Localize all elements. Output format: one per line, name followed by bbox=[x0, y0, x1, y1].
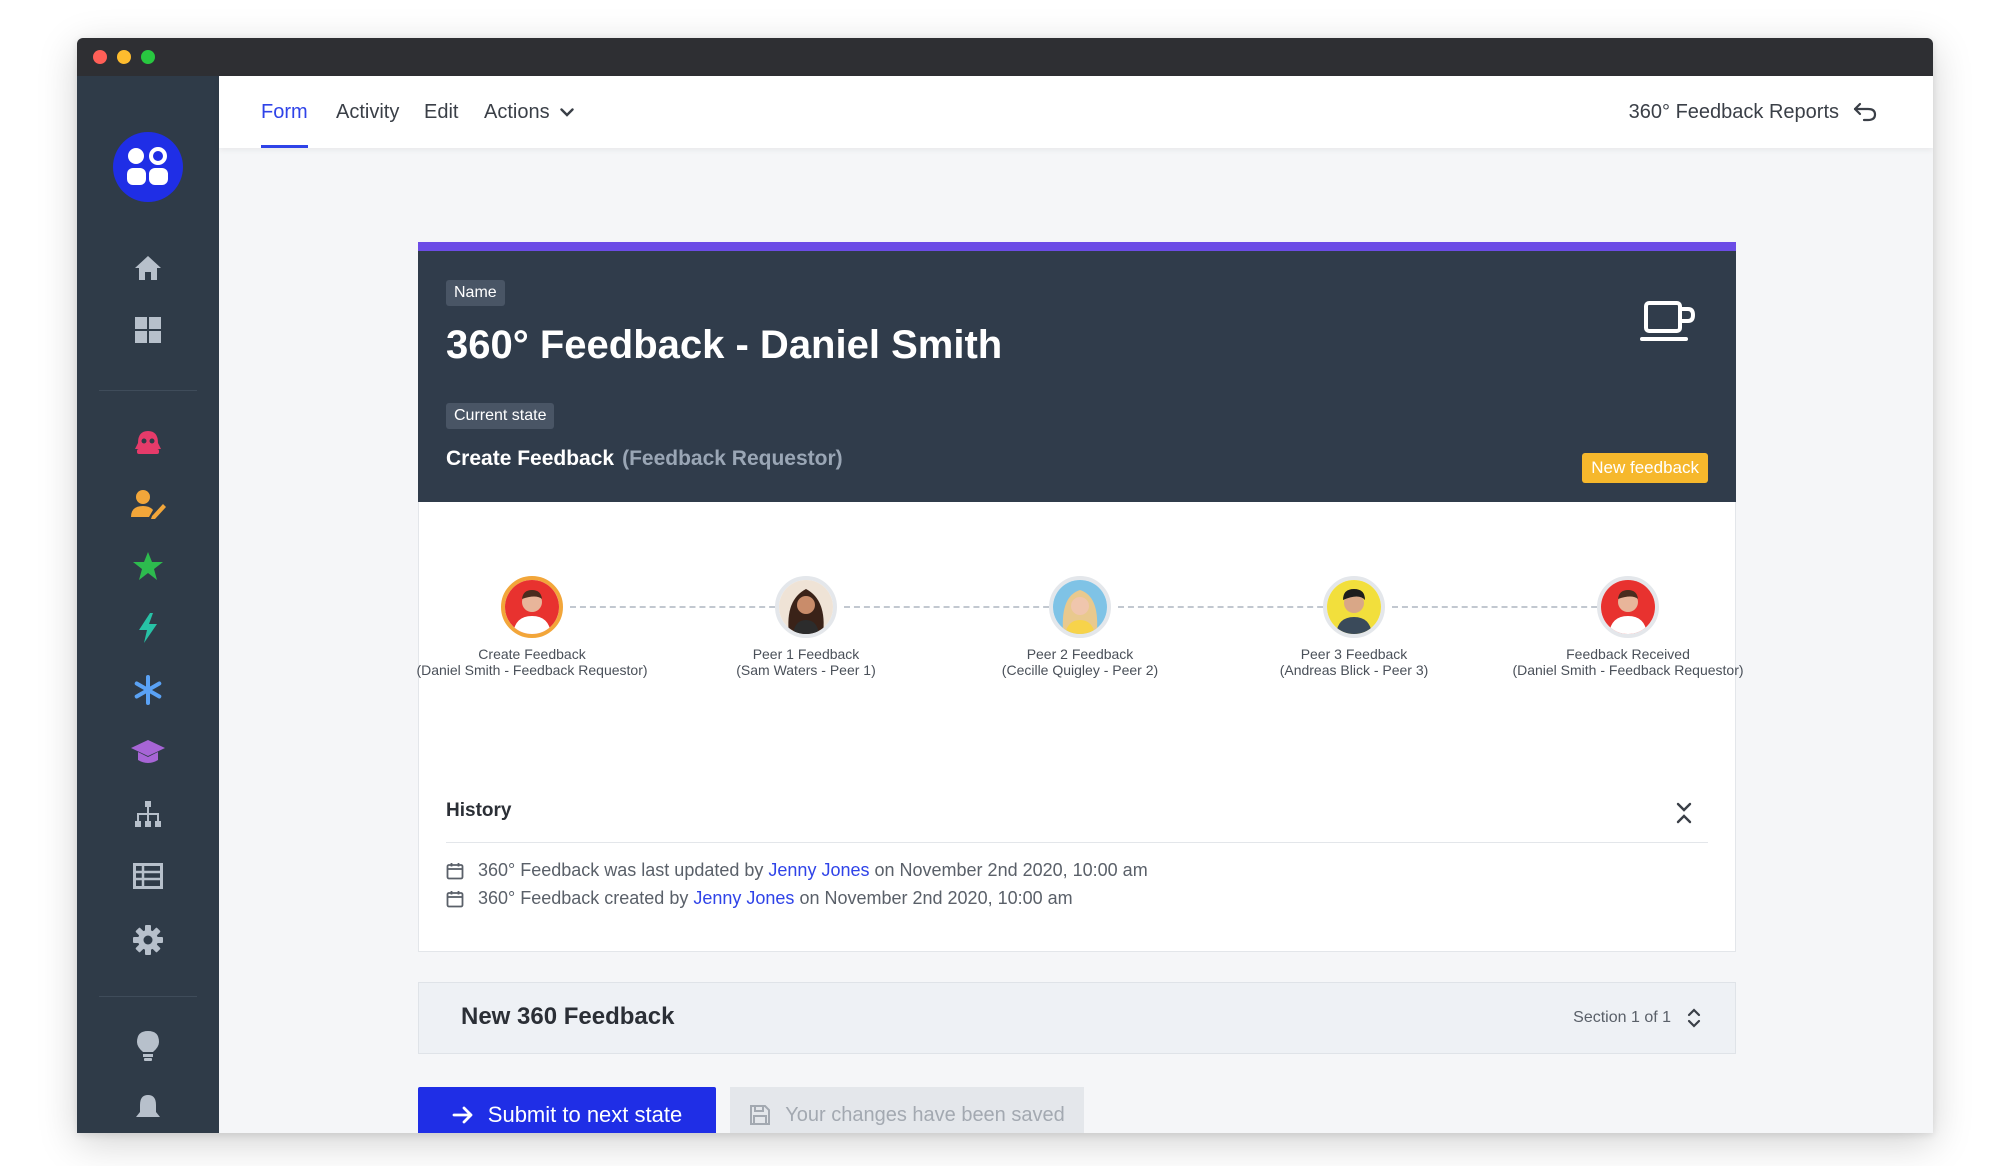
app-window: Form Activity Edit Actions 360° Feedback… bbox=[77, 38, 1933, 1133]
table-icon bbox=[133, 863, 163, 889]
logo-icon bbox=[127, 147, 168, 185]
section-selector[interactable]: Section 1 of 1 bbox=[1573, 983, 1701, 1053]
sidebar-item-settings[interactable] bbox=[124, 916, 172, 964]
sidebar bbox=[77, 76, 219, 1133]
sidebar-item-tips[interactable] bbox=[124, 1022, 172, 1070]
history-title: History bbox=[446, 800, 512, 821]
workflow-step-peer-3-feedback[interactable]: Peer 3 Feedback (Andreas Blick - Peer 3) bbox=[1234, 576, 1474, 678]
bug-icon bbox=[135, 431, 161, 454]
sidebar-item-issues[interactable] bbox=[124, 418, 172, 466]
state-name: Create Feedback bbox=[446, 447, 615, 470]
sidebar-item-notifications[interactable] bbox=[124, 1084, 172, 1132]
undo-arrow-icon bbox=[1853, 102, 1877, 122]
workflow-step-peer-1-feedback[interactable]: Peer 1 Feedback (Sam Waters - Peer 1) bbox=[686, 576, 926, 678]
graduation-cap-icon bbox=[131, 740, 165, 763]
section-title: New 360 Feedback bbox=[461, 1003, 675, 1030]
sidebar-item-org-chart[interactable] bbox=[124, 790, 172, 838]
home-icon bbox=[135, 256, 161, 280]
save-status: Your changes have been saved bbox=[730, 1087, 1084, 1133]
app-logo[interactable] bbox=[113, 132, 183, 202]
sidebar-item-people[interactable] bbox=[124, 480, 172, 528]
history-divider bbox=[446, 842, 1708, 843]
top-navigation: Form Activity Edit Actions 360° Feedback… bbox=[219, 76, 1933, 148]
workflow-step-create-feedback[interactable]: Create Feedback (Daniel Smith - Feedback… bbox=[412, 576, 652, 678]
main-content: Form Activity Edit Actions 360° Feedback… bbox=[219, 76, 1933, 1133]
tab-label: Edit bbox=[424, 100, 459, 123]
sidebar-item-favorites[interactable] bbox=[124, 542, 172, 590]
history-entry: 360° Feedback created by Jenny Jones on … bbox=[446, 888, 1073, 909]
chevron-down-icon bbox=[559, 107, 574, 117]
history-entry: 360° Feedback was last updated by Jenny … bbox=[446, 860, 1148, 881]
save-status-label: Your changes have been saved bbox=[785, 1103, 1065, 1126]
collapse-history-icon[interactable] bbox=[1675, 802, 1693, 824]
sidebar-item-automations[interactable] bbox=[124, 604, 172, 652]
reports-link-label: 360° Feedback Reports bbox=[1628, 100, 1839, 123]
lightbulb-icon bbox=[137, 1031, 159, 1061]
reports-link[interactable]: 360° Feedback Reports bbox=[1629, 76, 1877, 148]
current-state-chip: Current state bbox=[446, 403, 555, 429]
floppy-disk-icon bbox=[750, 1105, 771, 1125]
page-title: 360° Feedback - Daniel Smith bbox=[446, 323, 1003, 367]
sidebar-divider bbox=[99, 996, 197, 997]
coffee-cup-icon bbox=[1640, 301, 1696, 341]
gear-icon bbox=[133, 925, 163, 955]
tab-activity[interactable]: Activity bbox=[336, 76, 399, 148]
state-role: (Feedback Requestor) bbox=[622, 447, 843, 470]
maximize-window-button[interactable] bbox=[141, 50, 155, 64]
submit-label: Submit to next state bbox=[487, 1102, 683, 1127]
tab-form[interactable]: Form bbox=[261, 76, 308, 148]
current-state: Create Feedback (Feedback Requestor) bbox=[446, 447, 843, 471]
submit-next-state-button[interactable]: Submit to next state bbox=[418, 1087, 716, 1133]
form-section-header[interactable]: New 360 Feedback Section 1 of 1 bbox=[418, 982, 1736, 1054]
name-chip: Name bbox=[446, 280, 505, 306]
record-body: Create Feedback (Daniel Smith - Feedback… bbox=[416, 502, 1744, 952]
avatar bbox=[1597, 576, 1659, 638]
arrow-right-icon bbox=[452, 1106, 473, 1124]
bell-icon bbox=[136, 1095, 160, 1117]
section-count: Section 1 of 1 bbox=[1573, 1009, 1671, 1026]
step-label: Peer 3 Feedback (Andreas Blick - Peer 3) bbox=[1279, 646, 1429, 678]
grid-icon bbox=[135, 317, 161, 343]
avatar bbox=[1049, 576, 1111, 638]
sidebar-item-dashboard[interactable] bbox=[124, 306, 172, 354]
avatar bbox=[501, 576, 563, 638]
org-chart-icon bbox=[135, 801, 161, 827]
tab-label: Form bbox=[261, 100, 308, 123]
record-header: Name 360° Feedback - Daniel Smith Curren… bbox=[418, 242, 1736, 502]
step-label: Peer 2 Feedback (Cecille Quigley - Peer … bbox=[1001, 646, 1159, 678]
avatar bbox=[775, 576, 837, 638]
tab-label: Activity bbox=[336, 100, 400, 123]
step-label: Create Feedback (Daniel Smith - Feedback… bbox=[416, 646, 648, 678]
sidebar-item-home[interactable] bbox=[124, 244, 172, 292]
sidebar-item-integrations[interactable] bbox=[124, 666, 172, 714]
step-label: Peer 1 Feedback (Sam Waters - Peer 1) bbox=[736, 646, 876, 678]
window-titlebar bbox=[77, 38, 1933, 76]
chevron-up-down-icon bbox=[1687, 1008, 1701, 1028]
calendar-icon bbox=[446, 890, 464, 907]
avatar bbox=[1323, 576, 1385, 638]
user-edit-icon bbox=[131, 490, 166, 519]
workflow-step-peer-2-feedback[interactable]: Peer 2 Feedback (Cecille Quigley - Peer … bbox=[960, 576, 1200, 678]
tab-edit[interactable]: Edit bbox=[424, 76, 458, 148]
user-link[interactable]: Jenny Jones bbox=[768, 860, 869, 880]
sidebar-item-reports[interactable] bbox=[124, 852, 172, 900]
bolt-icon bbox=[139, 613, 157, 643]
user-link[interactable]: Jenny Jones bbox=[693, 888, 794, 908]
step-label: Feedback Received (Daniel Smith - Feedba… bbox=[1512, 646, 1744, 678]
sidebar-item-training[interactable] bbox=[124, 728, 172, 776]
star-icon bbox=[133, 552, 163, 580]
tab-actions-dropdown[interactable]: Actions bbox=[484, 76, 574, 148]
calendar-icon bbox=[446, 862, 464, 879]
close-window-button[interactable] bbox=[93, 50, 107, 64]
asterisk-icon bbox=[134, 675, 162, 705]
tab-label: Actions bbox=[484, 100, 550, 123]
minimize-window-button[interactable] bbox=[117, 50, 131, 64]
sidebar-divider bbox=[99, 390, 197, 391]
workflow-step-feedback-received[interactable]: Feedback Received (Daniel Smith - Feedba… bbox=[1508, 576, 1748, 678]
status-badge: New feedback bbox=[1582, 453, 1708, 483]
